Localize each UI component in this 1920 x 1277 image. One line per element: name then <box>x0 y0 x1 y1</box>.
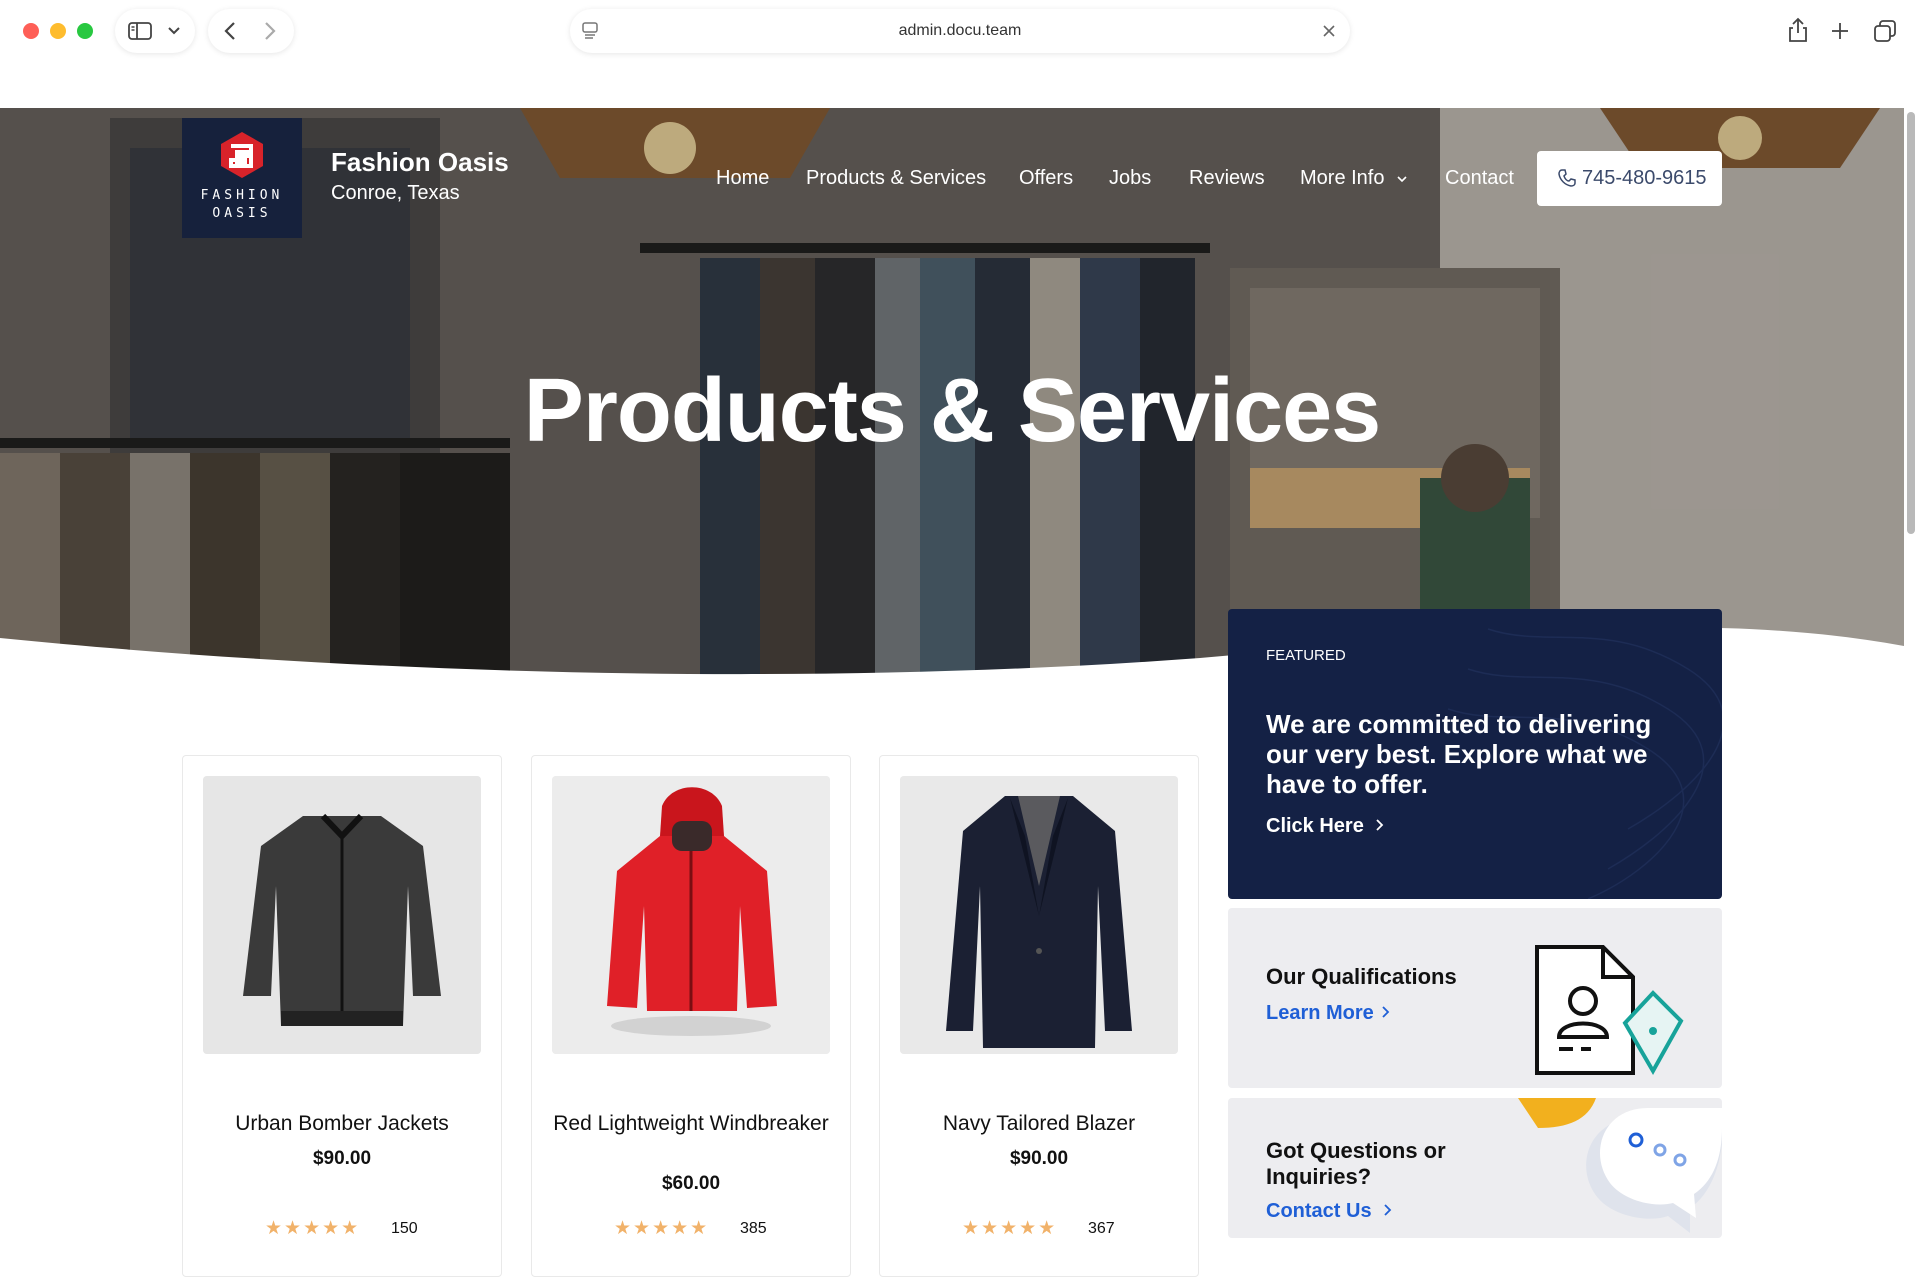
nav-more-info[interactable]: More Info <box>1300 167 1408 190</box>
nav-contact[interactable]: Contact <box>1445 167 1514 190</box>
nav-products[interactable]: Products & Services <box>806 167 986 190</box>
chevron-down-icon[interactable] <box>167 26 181 36</box>
nav-reviews[interactable]: Reviews <box>1189 167 1265 190</box>
product-card[interactable]: Navy Tailored Blazer $90.00 ★★★★★ 367 <box>879 755 1199 1277</box>
featured-label: FEATURED <box>1266 647 1346 664</box>
product-name[interactable]: Urban Bomber Jackets <box>193 1111 491 1136</box>
page-title: Products & Services <box>523 361 1381 461</box>
address-bar[interactable]: admin.docu.team <box>570 9 1350 53</box>
browser-toolbar: admin.docu.team <box>0 0 1920 108</box>
logo-text-line2: OASIS <box>212 206 272 221</box>
phone-number: 745-480-9615 <box>1582 167 1707 189</box>
qualifications-panel: Our Qualifications Learn More <box>1228 908 1722 1088</box>
featured-link[interactable]: Click Here <box>1266 815 1385 838</box>
star-rating-icon: ★★★★★ <box>265 1218 361 1239</box>
logo-mark-icon <box>221 132 263 178</box>
star-rating-icon: ★★★★★ <box>962 1218 1058 1239</box>
forward-arrow-icon[interactable] <box>264 21 276 41</box>
product-name[interactable]: Navy Tailored Blazer <box>890 1111 1188 1136</box>
nav-jobs[interactable]: Jobs <box>1109 167 1151 190</box>
product-name[interactable]: Red Lightweight Windbreaker <box>542 1111 840 1136</box>
new-tab-icon[interactable] <box>1830 21 1850 41</box>
bomber-jacket-image <box>203 776 481 1054</box>
chevron-down-icon <box>1397 176 1407 182</box>
chevron-right-icon <box>1382 1006 1390 1018</box>
tab-overview-icon[interactable] <box>1874 20 1896 42</box>
chat-bubble-icon <box>1518 1098 1722 1233</box>
review-count: 150 <box>391 1220 418 1237</box>
featured-panel: FEATURED We are committed to delivering … <box>1228 609 1722 899</box>
featured-link-label: Click Here <box>1266 815 1364 837</box>
clear-url-icon[interactable] <box>1322 24 1336 38</box>
windbreaker-image <box>552 776 830 1054</box>
url-text: admin.docu.team <box>898 22 1022 39</box>
sidebar-toggle-group <box>115 9 195 53</box>
questions-panel: Got Questions or Inquiries? Contact Us <box>1228 1098 1722 1238</box>
nav-home[interactable]: Home <box>716 167 769 190</box>
zoom-window-button[interactable] <box>77 23 93 39</box>
qualifications-title: Our Qualifications <box>1266 964 1457 989</box>
product-card[interactable]: Urban Bomber Jackets $90.00 ★★★★★ 150 <box>182 755 502 1277</box>
site-logo[interactable]: FASHION OASIS <box>182 118 302 238</box>
featured-text: We are committed to delivering our very … <box>1266 709 1652 799</box>
product-price: $60.00 <box>661 1173 721 1194</box>
brand-name[interactable]: Fashion Oasis <box>331 147 509 178</box>
review-count: 385 <box>740 1220 767 1237</box>
chevron-right-icon <box>1384 1204 1392 1216</box>
brand-location: Conroe, Texas <box>331 182 460 204</box>
close-window-button[interactable] <box>23 23 39 39</box>
history-nav-group <box>208 9 294 53</box>
questions-title: Got Questions or Inquiries? <box>1266 1138 1446 1189</box>
star-rating-icon: ★★★★★ <box>614 1218 710 1239</box>
product-image[interactable] <box>552 776 830 1054</box>
product-price: $90.00 <box>312 1148 372 1169</box>
phone-icon <box>1558 169 1576 187</box>
product-image[interactable] <box>203 776 481 1054</box>
blazer-image <box>900 776 1178 1054</box>
chevron-right-icon <box>1376 819 1384 831</box>
logo-text-line1: FASHION <box>200 188 284 203</box>
sidebar-icon[interactable] <box>128 22 152 40</box>
product-image[interactable] <box>900 776 1178 1054</box>
minimize-window-button[interactable] <box>50 23 66 39</box>
review-count: 367 <box>1088 1220 1115 1237</box>
phone-button[interactable]: 745-480-9615 <box>1537 151 1722 206</box>
product-card[interactable]: Red Lightweight Windbreaker $60.00 ★★★★★… <box>531 755 851 1277</box>
qualifications-link[interactable]: Learn More <box>1266 1002 1391 1025</box>
nav-offers[interactable]: Offers <box>1019 167 1073 190</box>
nav-more-info-label: More Info <box>1300 167 1385 189</box>
back-arrow-icon[interactable] <box>224 21 236 41</box>
qualifications-link-label: Learn More <box>1266 1002 1374 1024</box>
product-price: $90.00 <box>1009 1148 1069 1169</box>
certificate-document-icon <box>1535 945 1684 1076</box>
share-icon[interactable] <box>1787 17 1809 43</box>
contact-us-link-label: Contact Us <box>1266 1200 1372 1222</box>
page-scrollbar[interactable] <box>1907 112 1915 534</box>
contact-us-link[interactable]: Contact Us <box>1266 1200 1393 1223</box>
